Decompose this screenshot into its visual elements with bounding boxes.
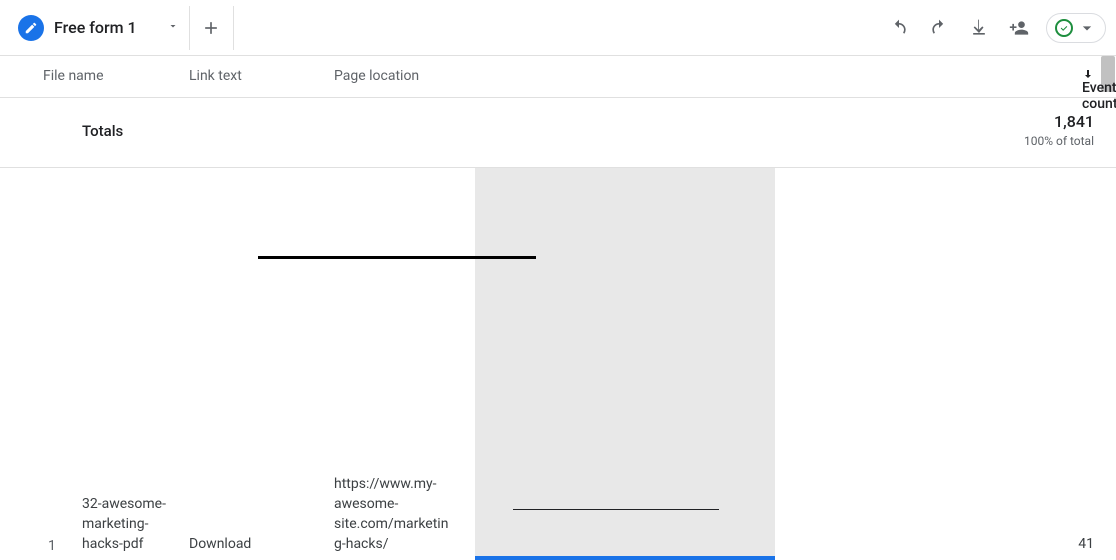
cell-filename: 32-awesome-marketing-hacks-pdf: [82, 494, 172, 554]
share-person-icon[interactable]: [1006, 15, 1032, 41]
redo-icon[interactable]: [926, 15, 952, 41]
tab-title: Free form 1: [54, 18, 137, 37]
column-eventcount[interactable]: Event count: [1082, 68, 1094, 80]
chevron-down-icon: [1077, 18, 1097, 38]
pencil-icon: [18, 15, 44, 41]
undo-icon[interactable]: [886, 15, 912, 41]
totals-value: 1,841: [1054, 112, 1094, 131]
check-circle-icon: [1055, 19, 1073, 37]
cell-pagelocation: https://www.my-awesome-site.com/marketin…: [334, 474, 454, 554]
column-pagelocation[interactable]: Page location: [334, 68, 419, 84]
row-number: 1: [48, 538, 56, 554]
totals-subtext: 100% of total: [1024, 134, 1094, 148]
redaction-line: [258, 256, 536, 259]
report-viewport: Free form 1: [0, 0, 1116, 560]
table-row[interactable]: 1 32-awesome-marketing-hacks-pdf Downloa…: [0, 444, 1116, 554]
toolbar-right: [886, 0, 1106, 56]
totals-row: Totals 1,841 100% of total: [0, 98, 1116, 168]
add-tab-button[interactable]: [190, 6, 234, 50]
column-linktext[interactable]: Link text: [189, 68, 242, 84]
status-pill[interactable]: [1046, 13, 1106, 43]
cell-eventcount: 41: [994, 534, 1094, 554]
data-area: 1 32-awesome-marketing-hacks-pdf Downloa…: [0, 168, 1116, 560]
selection-bar: [475, 556, 775, 560]
sort-desc-icon: [1082, 68, 1094, 80]
download-icon[interactable]: [966, 15, 992, 41]
column-headers: File name Link text Page location Event …: [0, 56, 1116, 98]
tab-dropdown-icon[interactable]: [167, 20, 179, 36]
totals-label: Totals: [82, 122, 123, 140]
tab-bar: Free form 1: [0, 0, 1116, 56]
tab-free-form-1[interactable]: Free form 1: [10, 6, 190, 50]
cell-linktext: Download: [189, 534, 309, 554]
column-filename[interactable]: File name: [43, 68, 104, 84]
